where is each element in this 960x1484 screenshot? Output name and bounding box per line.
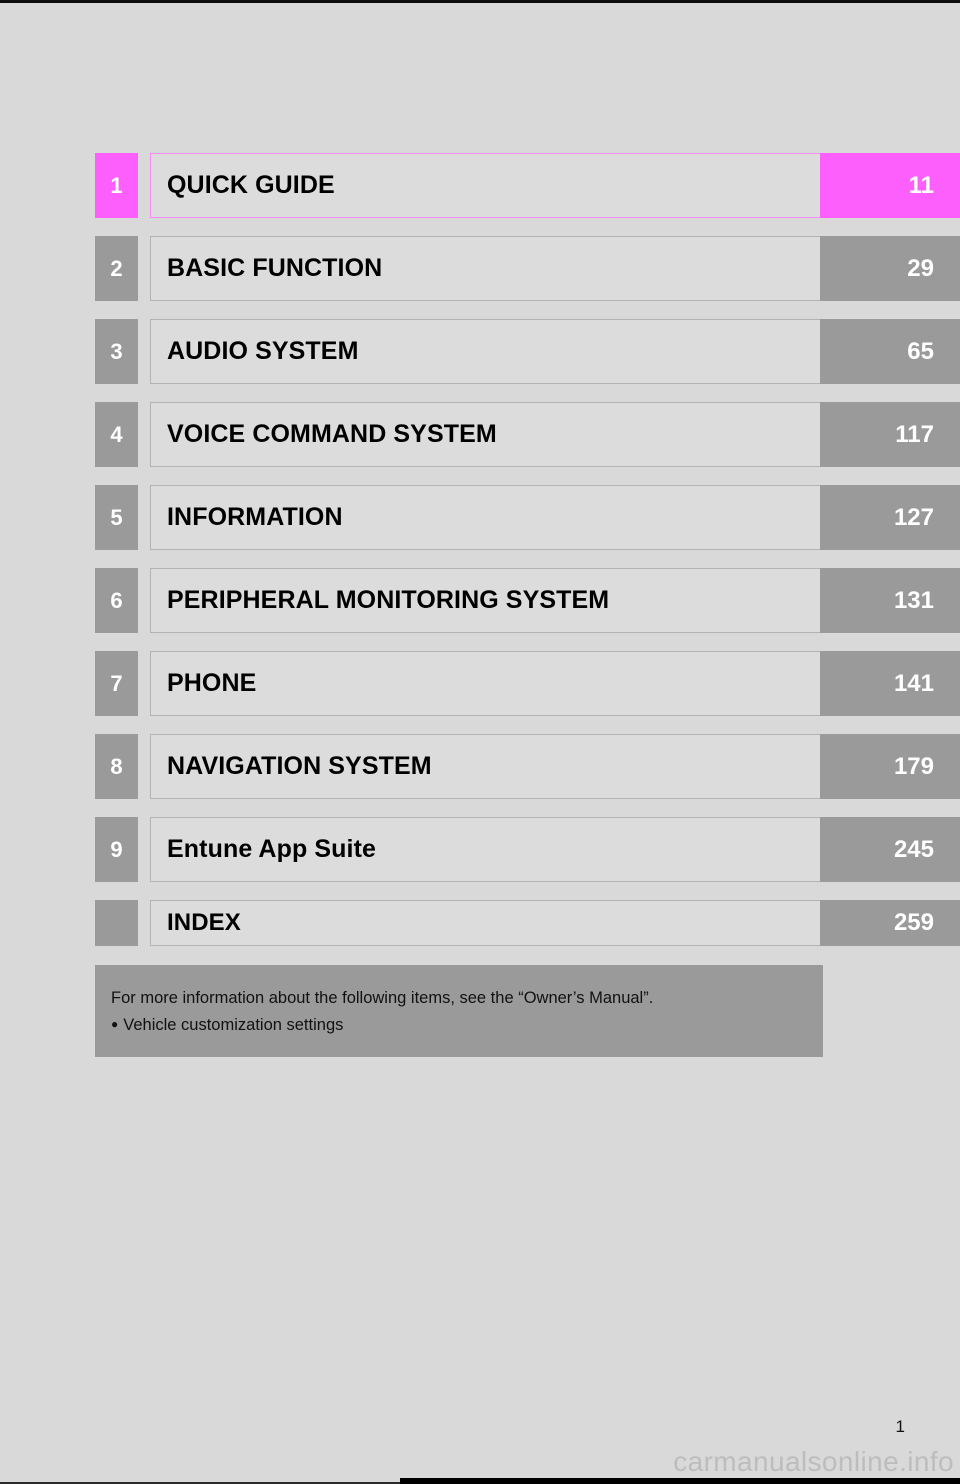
toc-row[interactable]: INDEX 259 xyxy=(0,900,960,946)
toc-row[interactable]: 7 PHONE 141 xyxy=(0,651,960,716)
chapter-number-box: 3 xyxy=(95,319,138,384)
chapter-page-number: 131 xyxy=(820,568,960,633)
chapter-title-box[interactable]: NAVIGATION SYSTEM xyxy=(150,734,822,799)
chapter-number-box: 5 xyxy=(95,485,138,550)
scan-edge-bottom-right xyxy=(400,1478,960,1484)
chapter-page-number: 117 xyxy=(820,402,960,467)
bullet-icon: ● xyxy=(111,1016,119,1031)
watermark: carmanualsonline.info xyxy=(673,1446,954,1477)
note-heading: For more information about the following… xyxy=(111,989,654,1007)
chapter-title-box[interactable]: QUICK GUIDE xyxy=(150,153,822,218)
chapter-title-box[interactable]: INFORMATION xyxy=(150,485,822,550)
chapter-page-number: 259 xyxy=(820,900,960,946)
chapter-title-box[interactable]: INDEX xyxy=(150,900,822,946)
chapter-title-box[interactable]: PHONE xyxy=(150,651,822,716)
chapter-number-box: 4 xyxy=(95,402,138,467)
note-item: ● Vehicle customization settings xyxy=(111,1012,823,1039)
chapter-number-box: 2 xyxy=(95,236,138,301)
page-folio: 1 xyxy=(895,1417,905,1436)
chapter-number-box: 7 xyxy=(95,651,138,716)
chapter-number-box: 8 xyxy=(95,734,138,799)
scan-edge-top xyxy=(0,0,960,3)
toc-row[interactable]: 6 PERIPHERAL MONITORING SYSTEM 131 xyxy=(0,568,960,633)
note-item-label: Vehicle customization settings xyxy=(123,1015,344,1034)
chapter-title-box[interactable]: Entune App Suite xyxy=(150,817,822,882)
chapter-page-number: 141 xyxy=(820,651,960,716)
chapter-number-box: 6 xyxy=(95,568,138,633)
chapter-number-box: 1 xyxy=(95,153,138,218)
toc-row[interactable]: 5 INFORMATION 127 xyxy=(0,485,960,550)
note-box: For more information about the following… xyxy=(95,965,823,1057)
chapter-number-box xyxy=(95,900,138,946)
chapter-page-number: 127 xyxy=(820,485,960,550)
chapter-page-number: 245 xyxy=(820,817,960,882)
chapter-title-box[interactable]: BASIC FUNCTION xyxy=(150,236,822,301)
chapter-page-number: 179 xyxy=(820,734,960,799)
table-of-contents: 1 QUICK GUIDE 11 2 BASIC FUNCTION 29 3 AUDIO SY… xyxy=(0,153,960,946)
chapter-title-box[interactable]: VOICE COMMAND SYSTEM xyxy=(150,402,822,467)
chapter-page-number: 65 xyxy=(820,319,960,384)
chapter-title-box[interactable]: PERIPHERAL MONITORING SYSTEM xyxy=(150,568,822,633)
toc-row[interactable]: 8 NAVIGATION SYSTEM 179 xyxy=(0,734,960,799)
toc-row[interactable]: 9 Entune App Suite 245 xyxy=(0,817,960,882)
chapter-title-box[interactable]: AUDIO SYSTEM xyxy=(150,319,822,384)
chapter-page-number: 29 xyxy=(820,236,960,301)
toc-row[interactable]: 2 BASIC FUNCTION 29 xyxy=(0,236,960,301)
toc-row[interactable]: 4 VOICE COMMAND SYSTEM 117 xyxy=(0,402,960,467)
toc-row[interactable]: 1 QUICK GUIDE 11 xyxy=(0,153,960,218)
toc-row[interactable]: 3 AUDIO SYSTEM 65 xyxy=(0,319,960,384)
chapter-page-number: 11 xyxy=(820,153,960,218)
chapter-number-box: 9 xyxy=(95,817,138,882)
